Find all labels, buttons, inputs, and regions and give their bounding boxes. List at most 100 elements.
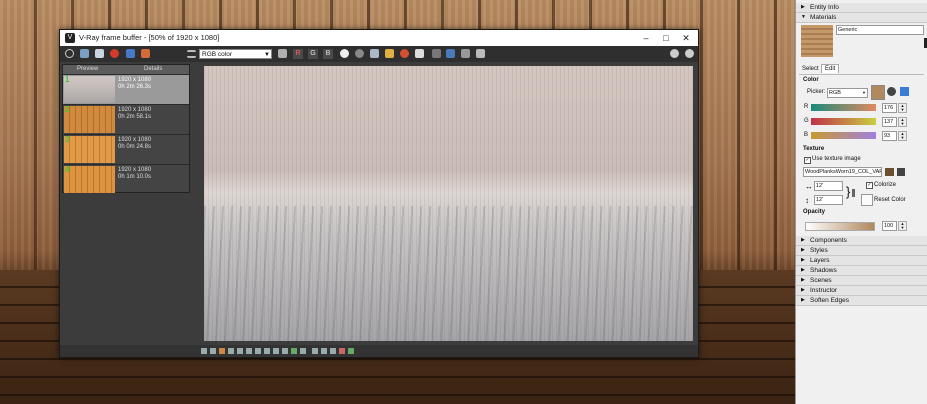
blue-slider[interactable] (811, 132, 876, 139)
mono-icon[interactable] (355, 49, 364, 58)
bottom-tool-icon[interactable] (237, 348, 243, 354)
section-shadows[interactable]: ▶ Shadows (796, 266, 927, 276)
tab-divider (799, 74, 924, 75)
eye-icon[interactable] (685, 49, 694, 58)
r-label: R (804, 104, 809, 110)
power-icon[interactable] (65, 49, 74, 58)
vfb-title-bar[interactable]: V V-Ray frame buffer - [50% of 1920 x 10… (60, 30, 698, 46)
bottom-tool-icon[interactable] (273, 348, 279, 354)
region-icon[interactable] (126, 49, 135, 58)
tab-edit[interactable]: Edit (821, 64, 840, 73)
tab-select[interactable]: Select (802, 66, 819, 72)
bottom-tool-icon[interactable] (312, 348, 318, 354)
history-thumbnail (64, 106, 115, 133)
filter-icon[interactable] (278, 49, 287, 58)
section-scenes[interactable]: ▶ Scenes (796, 276, 927, 286)
chain-link-icon[interactable] (852, 189, 855, 197)
history-item[interactable]: 4 1920 x 1080 0h 1m 10.0s (63, 164, 189, 194)
history-icon[interactable] (141, 49, 150, 58)
follow-mouse-icon[interactable] (415, 49, 424, 58)
blue-channel-button[interactable]: B (323, 49, 333, 59)
bottom-tool-icon[interactable] (291, 348, 297, 354)
texture-section-label: Texture (803, 146, 825, 152)
texture-width-field[interactable]: 12' (814, 181, 843, 191)
red-value-field[interactable]: 176 (882, 103, 897, 113)
green-channel-button[interactable]: G (308, 49, 318, 59)
history-item[interactable]: 1 1920 x 1080 0h 2m 26.3s (63, 74, 189, 104)
bottom-tool-icon[interactable] (282, 348, 288, 354)
channel-select[interactable]: RGB color ▼ (199, 49, 272, 59)
render-viewport[interactable] (204, 66, 693, 341)
open-icon[interactable] (80, 49, 89, 58)
colorize-checkbox[interactable]: ✓ (866, 182, 873, 189)
bottom-tool-icon[interactable] (201, 348, 207, 354)
blue-value-field[interactable]: 93 (882, 131, 897, 141)
bottom-tool-icon[interactable] (219, 348, 225, 354)
channel-select-value: RGB color (202, 51, 232, 58)
match-color-icon[interactable] (900, 87, 909, 96)
maximize-button[interactable]: □ (658, 32, 674, 44)
link-icon[interactable] (432, 49, 441, 58)
compare-icon[interactable] (461, 49, 470, 58)
red-spinner[interactable]: ▲ ▼ (898, 103, 907, 113)
vfb-title: V-Ray frame buffer - [50% of 1920 x 1080… (79, 33, 220, 42)
blue-spinner[interactable]: ▲ ▼ (898, 131, 907, 141)
bottom-tool-icon[interactable] (210, 348, 216, 354)
bottom-tool-icon[interactable] (339, 348, 345, 354)
alpha-icon[interactable] (340, 49, 349, 58)
chevron-down-icon: ▼ (862, 90, 866, 95)
bottom-tool-icon[interactable] (264, 348, 270, 354)
opacity-value-field[interactable]: 100 (882, 221, 897, 231)
opacity-slider[interactable] (805, 222, 875, 231)
history-time: 0h 1m 10.0s (118, 174, 152, 180)
texture-height-field[interactable]: 12' (814, 195, 843, 205)
bottom-tool-icon[interactable] (300, 348, 306, 354)
chevron-down-icon: ▼ (264, 52, 270, 58)
sample-paint-icon[interactable] (887, 87, 896, 96)
use-texture-checkbox[interactable]: ✓ (804, 157, 811, 164)
material-name-field[interactable]: Generic (836, 25, 924, 35)
color-section-label: Color (803, 77, 819, 83)
minimize-button[interactable]: – (638, 32, 654, 44)
section-styles[interactable]: ▶ Styles (796, 246, 927, 256)
green-value-field[interactable]: 137 (882, 117, 897, 127)
texture-filename-field[interactable]: WoodPlanksWorn19_COL_VAR (803, 167, 882, 177)
section-soften-edges[interactable]: ▶ Soften Edges (796, 296, 927, 306)
history-thumbnail (64, 76, 115, 103)
red-slider[interactable] (811, 104, 876, 111)
save-icon[interactable] (95, 49, 104, 58)
section-entity-info[interactable]: ▶ Entity Info (796, 3, 927, 13)
green-slider[interactable] (811, 118, 876, 125)
browse-texture-icon[interactable] (897, 168, 905, 176)
opacity-spinner[interactable]: ▲ ▼ (898, 221, 907, 231)
render-icon[interactable] (110, 49, 119, 58)
reset-color-label[interactable]: Reset Color (874, 197, 906, 203)
folder-icon[interactable] (385, 49, 394, 58)
color-swatch[interactable] (871, 85, 885, 100)
bottom-tool-icon[interactable] (246, 348, 252, 354)
section-layers[interactable]: ▶ Layers (796, 256, 927, 266)
save-image-icon[interactable] (370, 49, 379, 58)
menu-icon[interactable] (187, 50, 196, 58)
bottom-tool-icon[interactable] (348, 348, 354, 354)
bottom-tool-icon[interactable] (228, 348, 234, 354)
history-item[interactable]: 2 1920 x 1080 0h 2m 58.1s (63, 104, 189, 134)
green-spinner[interactable]: ▲ ▼ (898, 117, 907, 127)
picker-select[interactable]: RGB ▼ (827, 88, 868, 98)
red-channel-button[interactable]: R (293, 49, 303, 59)
stop-icon[interactable] (400, 49, 409, 58)
bottom-tool-icon[interactable] (330, 348, 336, 354)
reset-color-swatch[interactable] (861, 194, 873, 206)
lens-effects-icon[interactable] (446, 49, 455, 58)
section-instructor[interactable]: ▶ Instructor (796, 286, 927, 296)
globe-icon[interactable] (670, 49, 679, 58)
bottom-tool-icon[interactable] (321, 348, 327, 354)
close-button[interactable]: ✕ (678, 32, 694, 44)
history-details-header: Details (144, 66, 163, 72)
history-item[interactable]: 3 1920 x 1080 0h 0m 24.8s (63, 134, 189, 164)
bottom-tool-icon[interactable] (255, 348, 261, 354)
section-components[interactable]: ▶ Components (796, 236, 927, 246)
settings-icon[interactable] (476, 49, 485, 58)
edit-texture-icon[interactable] (885, 168, 894, 176)
section-materials[interactable]: ▼ Materials (796, 13, 927, 23)
